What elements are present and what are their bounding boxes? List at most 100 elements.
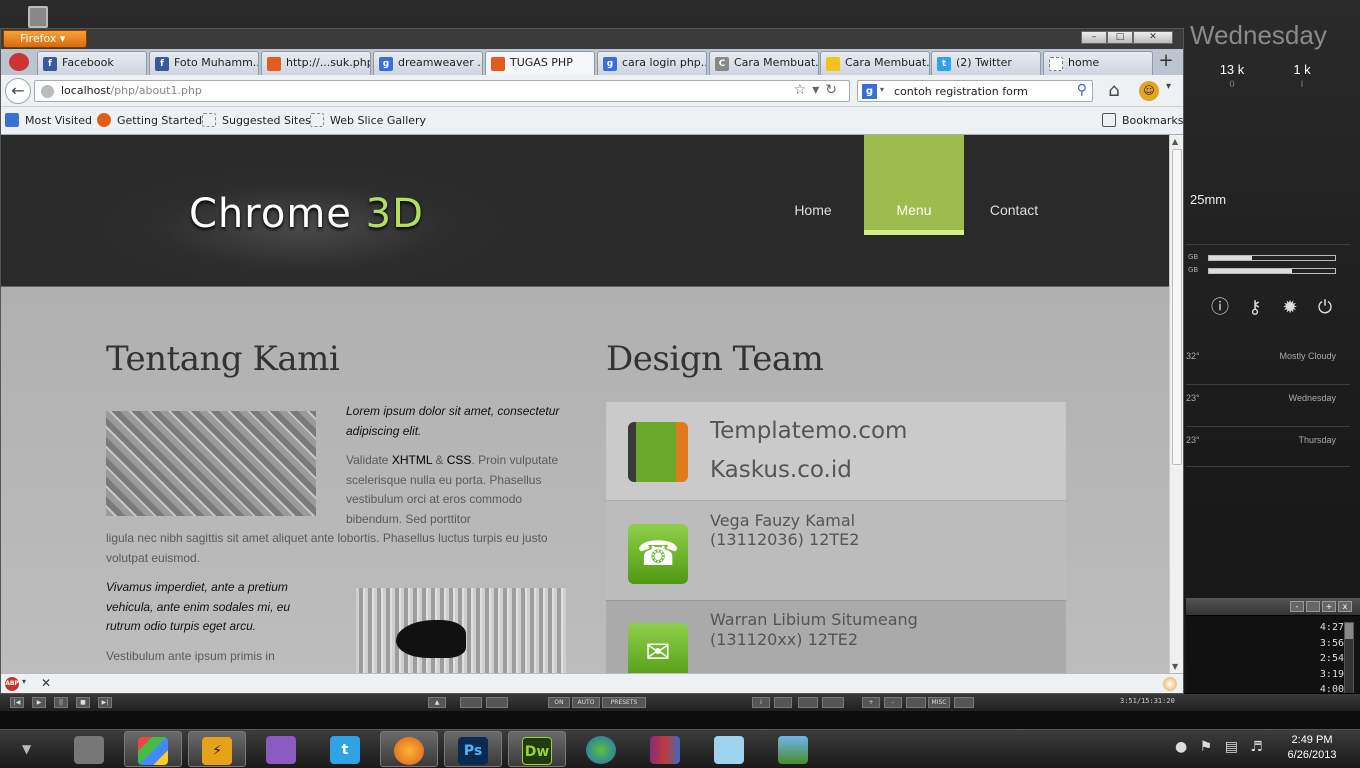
bookmark-getting-started[interactable]: Getting Started [97, 113, 202, 127]
bookmark-web-slice-gallery[interactable]: Web Slice Gallery [310, 113, 426, 127]
volume-icon[interactable]: ♬ [1250, 739, 1263, 755]
weather-temp: 23° [1186, 435, 1200, 445]
tab-foto[interactable]: f Foto Muhamm... [149, 51, 259, 75]
edit-icon[interactable] [774, 697, 792, 708]
scrollbar-thumb[interactable] [1172, 149, 1182, 465]
start-arrow-icon[interactable]: ▼ [22, 742, 38, 758]
eq-auto-button[interactable]: AUTO [572, 697, 600, 708]
taskbar-pidgin[interactable] [252, 731, 310, 767]
maximize-button[interactable]: □ [1107, 31, 1133, 44]
firefox-menu-button[interactable]: Firefox ▾ [3, 30, 87, 48]
bookmarks-menu-button[interactable]: Bookmarks [1102, 113, 1183, 127]
tab-tugas-php[interactable]: TUGAS PHP [485, 51, 595, 76]
tab-cara-login[interactable]: g cara login php... [597, 51, 707, 75]
bookmark-most-visited[interactable]: Most Visited [5, 113, 92, 127]
media-counter: 3:51/15:31:20 [1120, 697, 1175, 705]
eject-icon[interactable]: ▲ [428, 697, 446, 708]
tab-cara-membuat-2[interactable]: Cara Membuat... [820, 51, 930, 75]
bookmark-star-icon[interactable]: ☆ [794, 82, 813, 98]
bookmark-suggested-sites[interactable]: Suggested Sites [202, 113, 311, 127]
repeat-icon[interactable] [486, 697, 508, 708]
eq-presets-button[interactable]: PRESETS [602, 697, 646, 708]
scroll-down-icon[interactable]: ▼ [1172, 662, 1178, 671]
tab-twitter[interactable]: t (2) Twitter [931, 51, 1041, 75]
taskbar-pictures[interactable] [764, 731, 822, 767]
url-bar[interactable]: localhost/php/about1.php ☆▾↻ [34, 80, 850, 102]
security-icon[interactable]: ⚑ [1200, 739, 1213, 755]
minimize-button[interactable]: – [1081, 31, 1107, 44]
close-button[interactable]: ✕ [1133, 31, 1173, 44]
taskbar-firefox[interactable] [380, 731, 438, 767]
xhtml-link[interactable]: XHTML [392, 453, 432, 467]
taskbar-winamp[interactable]: ⚡ [188, 731, 246, 767]
list-icon[interactable] [954, 697, 974, 708]
search-query: contoh registration form [894, 85, 1028, 98]
close-icon[interactable]: ✕ [41, 676, 51, 690]
restore-icon[interactable] [1306, 601, 1320, 612]
send-icon[interactable] [798, 697, 818, 708]
adblock-icon[interactable]: ABP [5, 677, 19, 691]
power-icon[interactable]: ⏻ [1315, 298, 1335, 318]
toolbar-menu-icon[interactable]: ▾ [1166, 81, 1171, 92]
key-icon[interactable]: ⚷ [1245, 298, 1265, 318]
prev-icon[interactable]: |◀ [10, 697, 24, 708]
search-bar[interactable]: g ▾ contoh registration form ⚲ [857, 80, 1093, 102]
maximize-icon[interactable]: + [1322, 601, 1336, 612]
taskbar-photoshop[interactable]: Ps [444, 731, 502, 767]
addon-status-icon[interactable] [1163, 677, 1177, 691]
network-icon[interactable]: ▤ [1225, 739, 1238, 755]
toggle-icon[interactable]: ● [1175, 739, 1187, 755]
search-icon[interactable]: ⚲ [1077, 82, 1087, 98]
tab-facebook[interactable]: f Facebook [37, 51, 147, 75]
weather-desc: Mostly Cloudy [1279, 351, 1336, 361]
taskbar-notepad[interactable] [700, 731, 758, 767]
view-icon[interactable] [822, 697, 844, 708]
google-icon[interactable]: g [862, 84, 877, 99]
chevron-down-icon[interactable]: ▾ [22, 677, 26, 686]
dropdown-icon[interactable]: ▾ [812, 82, 825, 98]
recycle-bin-icon[interactable] [28, 6, 48, 28]
eq-on-button[interactable]: ON [548, 697, 570, 708]
close-icon[interactable]: x [1338, 601, 1352, 612]
playlist-scrollbar[interactable] [1344, 622, 1354, 696]
minimize-icon[interactable]: - [1290, 601, 1304, 612]
shuffle-icon[interactable] [460, 697, 482, 708]
home-icon[interactable]: ⌂ [1103, 80, 1125, 102]
app-tab-icon[interactable] [9, 53, 29, 71]
url-text: localhost/php/about1.php [61, 84, 202, 97]
tab-dreamweaver[interactable]: g dreamweaver ... [373, 51, 483, 75]
nav-menu[interactable]: Menu [864, 135, 964, 235]
misc-button[interactable]: MISC [928, 697, 950, 708]
page-scrollbar[interactable]: ▲ ▼ [1169, 135, 1183, 673]
taskbar-idm[interactable] [572, 731, 630, 767]
shutdown-info-icon[interactable]: ⓘ [1210, 298, 1230, 318]
play-icon[interactable]: ▶ [32, 697, 46, 708]
nav-home[interactable]: Home [763, 135, 863, 235]
next-icon[interactable]: ▶| [98, 697, 112, 708]
add-icon[interactable]: + [862, 697, 880, 708]
taskbar-twitter[interactable]: t [316, 731, 374, 767]
reload-icon[interactable]: ↻ [825, 82, 843, 98]
pause-icon[interactable]: || [54, 697, 68, 708]
taskbar-explorer[interactable] [60, 731, 118, 767]
taskbar-dreamweaver[interactable]: Dw [508, 731, 566, 767]
back-button[interactable]: ← [5, 78, 31, 104]
tab-home[interactable]: home [1043, 51, 1153, 75]
stop-icon[interactable]: ■ [76, 697, 90, 708]
scroll-up-icon[interactable]: ▲ [1172, 137, 1178, 146]
css-link[interactable]: CSS [447, 453, 472, 467]
restart-icon[interactable]: ✹ [1280, 298, 1300, 318]
info-icon[interactable]: i [752, 697, 770, 708]
select-icon[interactable] [906, 697, 926, 708]
tab-cara-membuat-1[interactable]: C Cara Membuat... [709, 51, 819, 75]
site-logo[interactable]: Chrome 3D [189, 191, 424, 237]
new-tab-button[interactable]: + [1155, 52, 1177, 72]
chevron-down-icon[interactable]: ▾ [880, 85, 884, 94]
taskbar-winrar[interactable] [636, 731, 694, 767]
taskbar-windows[interactable] [124, 731, 182, 767]
tab-http[interactable]: http://...suk.php [261, 51, 371, 75]
addon-icon[interactable]: ☺ [1139, 81, 1159, 101]
nav-contact[interactable]: Contact [964, 135, 1064, 235]
taskbar-clock[interactable]: 2:49 PM 6/26/2013 [1282, 733, 1342, 763]
remove-icon[interactable]: - [884, 697, 902, 708]
